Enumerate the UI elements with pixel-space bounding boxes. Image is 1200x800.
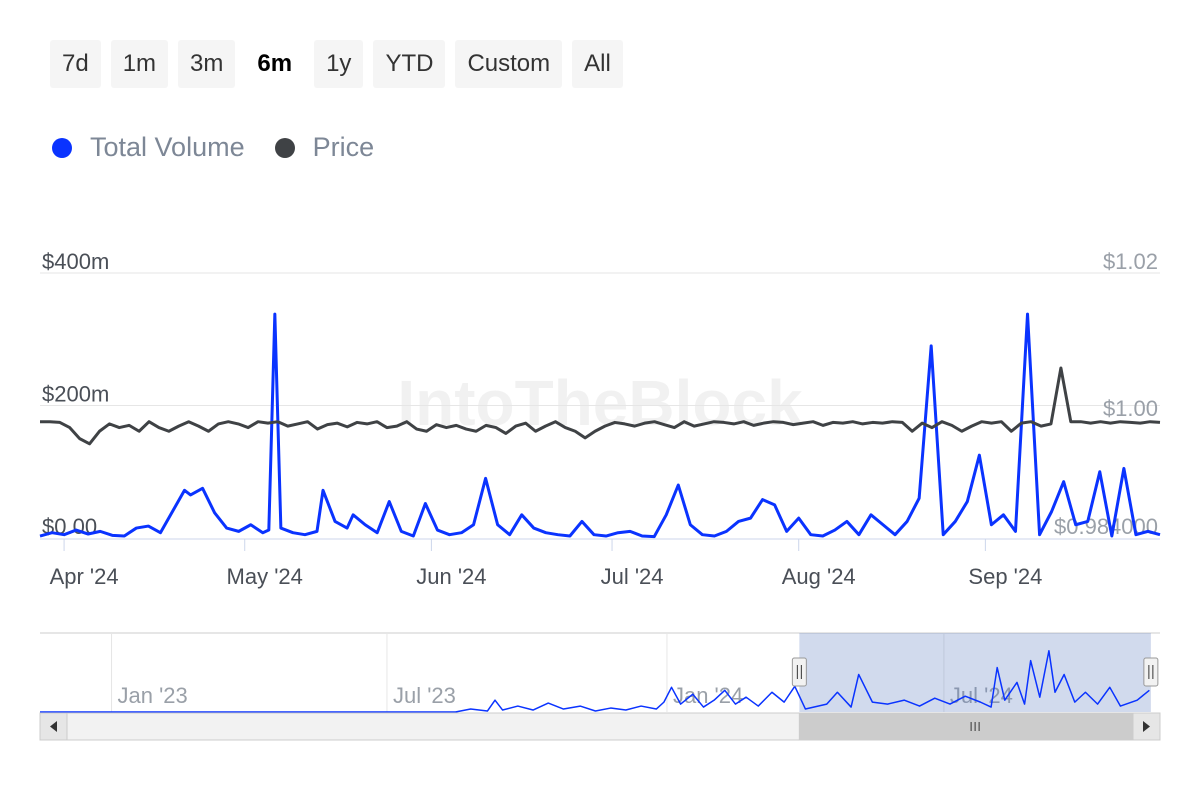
legend-label-price: Price xyxy=(312,132,375,162)
y-right-tick-label: $1.02 xyxy=(1103,249,1158,274)
range-button-1m[interactable]: 1m xyxy=(110,40,169,88)
range-button-custom[interactable]: Custom xyxy=(455,40,563,88)
y-left-tick-label: $200m xyxy=(42,382,109,407)
legend-label-total-volume: Total Volume xyxy=(90,132,245,162)
x-tick-label: Apr '24 xyxy=(50,564,119,589)
y-right-tick-label: $0.984000 xyxy=(1054,514,1158,539)
chart-legend: Total Volume Price xyxy=(52,132,374,163)
y-right-tick-label: $1.00 xyxy=(1103,396,1158,421)
y-left-tick-label: $400m xyxy=(42,249,109,274)
range-button-1y[interactable]: 1y xyxy=(314,40,364,88)
range-button-all[interactable]: All xyxy=(572,40,623,88)
x-tick-label: Jul '24 xyxy=(601,564,664,589)
navigator-right-handle[interactable] xyxy=(1143,657,1159,687)
navigator-tick-label: Jul '23 xyxy=(393,683,456,708)
navigator-tick-label: Jan '23 xyxy=(118,683,188,708)
legend-item-total-volume[interactable]: Total Volume xyxy=(52,132,245,163)
range-button-7d[interactable]: 7d xyxy=(50,40,101,88)
range-button-6m[interactable]: 6m xyxy=(245,40,305,88)
handle-body xyxy=(791,657,807,687)
legend-marker-total-volume xyxy=(52,137,72,158)
range-selector: 7d 1m 3m 6m 1y YTD Custom All xyxy=(50,40,623,88)
legend-item-price[interactable]: Price xyxy=(274,132,375,163)
x-tick-label: May '24 xyxy=(227,564,303,589)
navigator-left-handle[interactable] xyxy=(791,657,807,687)
x-tick-label: Sep '24 xyxy=(968,564,1042,589)
main-chart: IntoTheBlock$0.00$200m$400m$0.984000$1.0… xyxy=(39,249,1161,589)
range-button-3m[interactable]: 3m xyxy=(178,40,236,88)
range-navigator: Jan '23Jul '23Jan '24Jul '24 xyxy=(39,632,1161,741)
x-tick-label: Jun '24 xyxy=(416,564,486,589)
handle-body xyxy=(1143,657,1159,687)
legend-marker-price xyxy=(274,137,295,158)
x-tick-label: Aug '24 xyxy=(782,564,856,589)
range-button-ytd[interactable]: YTD xyxy=(373,40,446,88)
